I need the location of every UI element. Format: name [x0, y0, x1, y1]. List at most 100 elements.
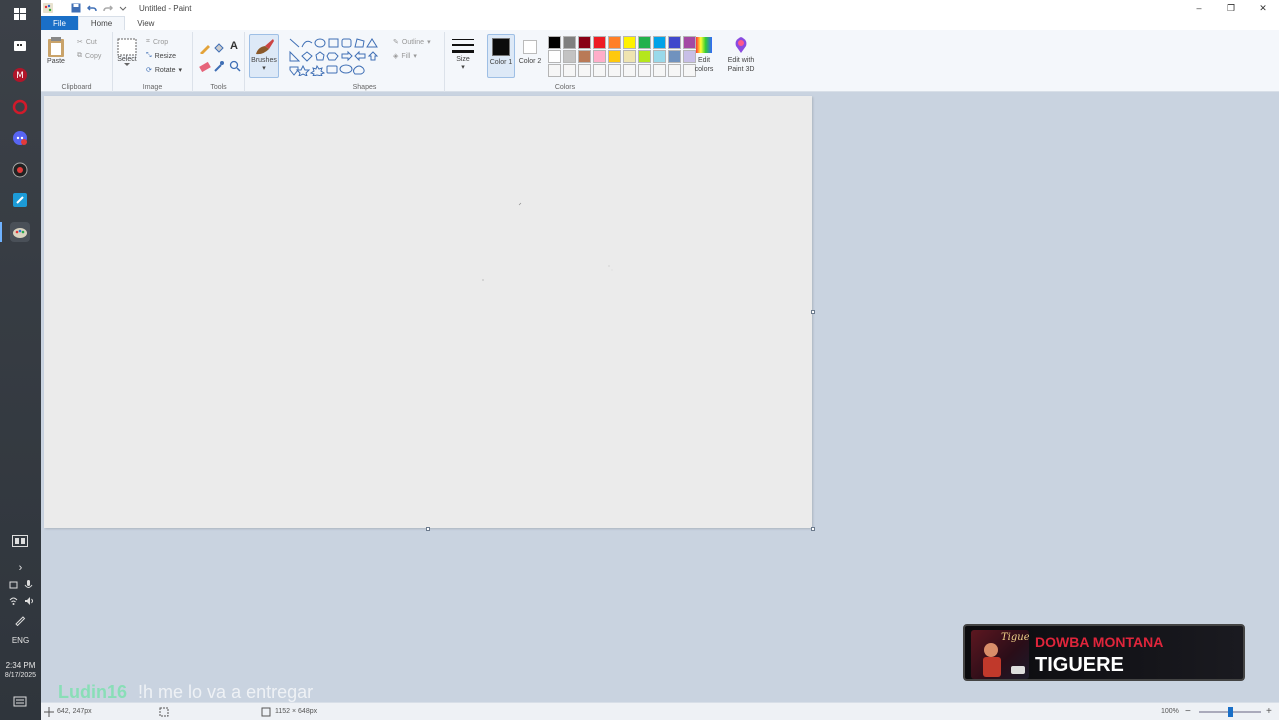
customize-toolbar-chevron-icon[interactable] — [119, 4, 127, 12]
taskbar-app-red[interactable]: M — [10, 65, 30, 85]
palette-swatch[interactable] — [668, 36, 681, 49]
palette-swatch[interactable] — [623, 50, 636, 63]
save-icon[interactable] — [71, 3, 81, 13]
close-button[interactable]: ✕ — [1247, 0, 1279, 16]
tools-group-label: Tools — [210, 84, 227, 91]
select-button[interactable]: Select — [117, 38, 137, 67]
status-bar: 642, 247px 1152 × 648px 100% − + — [41, 702, 1279, 720]
color-palette — [548, 36, 697, 77]
palette-swatch[interactable] — [608, 36, 621, 49]
palette-swatch[interactable] — [593, 64, 606, 77]
volume-icon[interactable] — [24, 596, 34, 606]
pencil-icon[interactable] — [199, 42, 211, 54]
color2-button[interactable]: Color 2 — [517, 34, 543, 78]
svg-text:M: M — [16, 71, 24, 81]
resize-handle-right[interactable] — [811, 310, 815, 314]
taskbar-app-obs[interactable] — [10, 160, 30, 180]
drawing-canvas[interactable] — [44, 96, 812, 528]
clock-time[interactable]: 2:34 PM — [0, 661, 41, 670]
tab-view[interactable]: View — [125, 16, 166, 30]
palette-swatch[interactable] — [668, 50, 681, 63]
discord-icon — [13, 131, 27, 145]
shapes-gallery-icon[interactable] — [289, 38, 385, 76]
notification-center-button[interactable] — [10, 692, 30, 712]
camera-icon[interactable] — [9, 580, 18, 590]
color-picker-icon[interactable] — [213, 60, 225, 72]
task-view-icon — [12, 535, 28, 547]
paste-label: Paste — [47, 58, 65, 65]
start-button[interactable] — [10, 4, 30, 24]
pen-icon[interactable] — [14, 614, 26, 628]
palette-swatch[interactable] — [548, 50, 561, 63]
paste-button[interactable]: Paste — [47, 36, 65, 65]
select-label: Select — [117, 56, 137, 63]
palette-swatch[interactable] — [608, 50, 621, 63]
size-button[interactable]: Size ▾ — [451, 36, 475, 71]
brushes-button[interactable]: Brushes ▾ — [249, 34, 279, 78]
zoom-slider-thumb[interactable] — [1228, 707, 1233, 717]
language-indicator[interactable]: ENG — [0, 636, 41, 645]
palette-swatch[interactable] — [578, 36, 591, 49]
resize-handle-bottom[interactable] — [426, 527, 430, 531]
taskbar-app-paint[interactable] — [10, 222, 30, 242]
edit-colors-button[interactable]: Edit colors — [689, 36, 719, 74]
microphone-icon[interactable] — [24, 580, 33, 590]
select-icon — [117, 38, 137, 56]
palette-swatch[interactable] — [653, 36, 666, 49]
tab-file[interactable]: File — [41, 16, 78, 30]
tray-expand-chevron[interactable]: › — [0, 562, 41, 574]
palette-swatch[interactable] — [608, 64, 621, 77]
palette-swatch[interactable] — [638, 64, 651, 77]
image-group: Select ⌗ Crop ⤡ Resize ⟳ Rotate ▾ Image — [113, 32, 193, 92]
palette-swatch[interactable] — [623, 36, 636, 49]
palette-swatch[interactable] — [548, 36, 561, 49]
brushes-dropdown-icon: ▾ — [262, 65, 266, 72]
text-tool-icon[interactable]: A — [230, 40, 238, 52]
wifi-icon[interactable] — [9, 596, 18, 606]
edit-with-paint3d-button[interactable]: Edit with Paint 3D — [723, 36, 759, 74]
color1-button[interactable]: Color 1 — [487, 34, 515, 78]
outline-button[interactable]: ✎ Outline ▾ — [393, 38, 431, 47]
palette-swatch[interactable] — [548, 64, 561, 77]
crop-button[interactable]: ⌗ Crop — [146, 38, 168, 46]
palette-swatch[interactable] — [638, 36, 651, 49]
minimize-button[interactable]: – — [1183, 0, 1215, 16]
fill-button[interactable]: ◈ Fill ▾ — [393, 52, 417, 61]
undo-icon[interactable] — [87, 3, 97, 13]
palette-swatch[interactable] — [653, 64, 666, 77]
palette-swatch[interactable] — [668, 64, 681, 77]
magnifier-icon[interactable] — [229, 60, 241, 72]
taskbar-app-store[interactable] — [10, 35, 30, 55]
redo-icon[interactable] — [103, 3, 113, 13]
task-view-button[interactable] — [10, 531, 30, 551]
tab-home[interactable]: Home — [77, 16, 126, 30]
zoom-in-button[interactable]: + — [1266, 706, 1272, 717]
palette-swatch[interactable] — [563, 50, 576, 63]
copy-button[interactable]: ⧉ Copy — [77, 52, 101, 60]
palette-swatch[interactable] — [593, 50, 606, 63]
palette-swatch[interactable] — [563, 36, 576, 49]
restore-button[interactable]: ❐ — [1215, 0, 1247, 16]
fill-dropdown-icon: ▾ — [413, 53, 417, 60]
zoom-slider[interactable] — [1199, 707, 1261, 717]
active-indicator — [0, 222, 2, 242]
zoom-out-button[interactable]: − — [1185, 706, 1191, 717]
palette-swatch[interactable] — [623, 64, 636, 77]
palette-swatch[interactable] — [578, 64, 591, 77]
eraser-icon[interactable] — [199, 60, 211, 72]
palette-swatch[interactable] — [563, 64, 576, 77]
fill-bucket-icon[interactable] — [213, 42, 225, 54]
taskbar-app-notes[interactable] — [10, 190, 30, 210]
palette-swatch[interactable] — [638, 50, 651, 63]
palette-swatch[interactable] — [593, 36, 606, 49]
resize-button[interactable]: ⤡ Resize — [146, 52, 176, 60]
taskbar-app-discord[interactable] — [10, 128, 30, 148]
cut-button[interactable]: ✂ Cut — [77, 38, 97, 47]
clock-date[interactable]: 8/17/2025 — [0, 672, 41, 679]
resize-handle-corner[interactable] — [811, 527, 815, 531]
taskbar-app-opera[interactable] — [10, 97, 30, 117]
rotate-button[interactable]: ⟳ Rotate ▾ — [146, 66, 182, 75]
workspace — [41, 93, 1279, 702]
palette-swatch[interactable] — [578, 50, 591, 63]
palette-swatch[interactable] — [653, 50, 666, 63]
